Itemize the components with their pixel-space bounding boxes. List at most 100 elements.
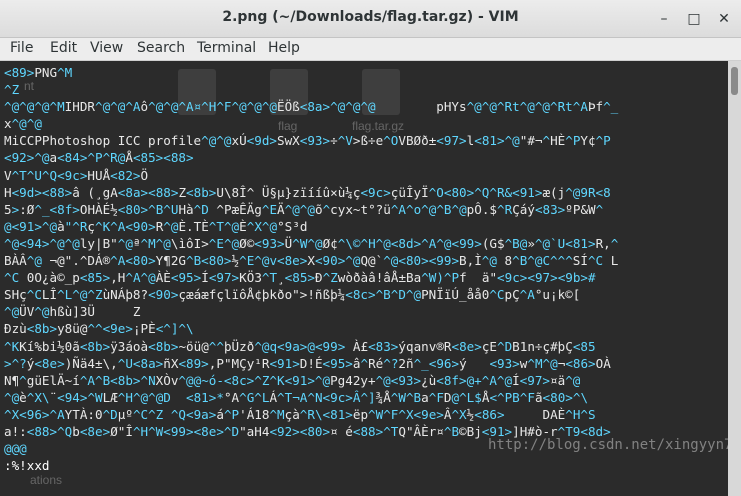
minimize-icon[interactable]: – — [654, 9, 674, 29]
control-char-text: ^? — [383, 355, 399, 371]
control-char-text: ^G^L — [239, 389, 270, 405]
buffer-text: â (¸g — [72, 184, 111, 200]
control-char-text: ^A — [519, 287, 535, 303]
vim-line: MiCCPPhotoshop ICC profile^@^@xÚ<9d>SwX<… — [4, 132, 618, 149]
buffer-text: 2ñ — [398, 355, 414, 371]
control-char-text: ^M — [269, 406, 285, 422]
buffer-text: Í — [512, 372, 520, 388]
control-char-text: <8a>^@^@^@ — [299, 99, 376, 115]
control-char-text: ^A<80> — [110, 253, 156, 269]
buffer-text: HUÅ — [87, 167, 111, 183]
control-char-text: ^W)^P — [421, 270, 460, 286]
terminal-area[interactable]: flag flag.tar.gz nt ations <89>PNG^M ^Z ^@… — [0, 61, 728, 496]
window-title: 2.png (~/Downloads/flag.tar.gz) - VIM — [222, 9, 519, 25]
buffer-text: PNG — [34, 65, 58, 80]
control-char-text: ^Z — [4, 82, 20, 98]
buffer-text: LÎ — [41, 287, 58, 303]
vim-line: @<91>^@à"^Rç^K^A<90>R^@È.TÈ^T^@È^X^@°S³d — [4, 218, 618, 235]
buffer-text: °S³d — [277, 218, 308, 234]
scrollbar[interactable] — [728, 61, 741, 496]
vim-buffer[interactable]: <89>PNG^M ^Z ^@^@^@^MIHDR^@^@^Aô^@^@^A¤^H^… — [4, 64, 618, 474]
control-char-text: ^@^@ — [201, 133, 232, 149]
buffer-text: þÜzð — [223, 338, 255, 354]
buffer-text: V — [4, 167, 12, 183]
control-char-text: ^R — [497, 201, 513, 217]
buffer-text: ¿ù — [421, 372, 437, 388]
control-char-text: ^\©^H^@<8d>^A^@<99> — [337, 235, 482, 251]
control-char-text: <97> — [208, 270, 240, 286]
control-char-text: ^@ — [481, 253, 497, 269]
maximize-icon[interactable]: □ — [684, 9, 704, 29]
buffer-text: æ(j — [542, 184, 566, 200]
buffer-text: µº — [117, 406, 133, 422]
control-char-text: ^@<93> — [375, 372, 422, 388]
buffer-text: 5 — [4, 201, 12, 217]
control-char-text: <8e> — [451, 338, 482, 354]
control-char-text: <97> — [436, 133, 467, 149]
buffer-text: IHDR — [64, 99, 96, 115]
buffer-text: Çáý — [512, 201, 535, 217]
buffer-text: x — [4, 116, 12, 132]
vim-line: BÀÂ^@ ¬@".^DÁ®^A<80>Y¶2G^B<80>½^E^@v<8e>… — [4, 252, 618, 269]
control-char-text: @^L$ — [451, 389, 482, 405]
ghost-text-bottom: ations — [30, 473, 63, 487]
buffer-text: >ß÷e — [352, 133, 384, 149]
control-char-text: <8a><88> — [117, 184, 179, 200]
buffer-text: B,Ì — [459, 253, 482, 269]
control-char-text: ^_ — [603, 99, 619, 115]
buffer-text: hßù]3Ü Z — [49, 304, 141, 320]
title-bar[interactable]: 2.png (~/Downloads/flag.tar.gz) - VIM – … — [0, 0, 741, 38]
close-icon[interactable]: ✕ — [714, 9, 734, 29]
control-char-text: ^^ — [208, 338, 224, 354]
buffer-text: ½ — [231, 253, 240, 269]
control-char-text: <89> — [178, 355, 209, 371]
control-char-text: "^R — [64, 218, 88, 234]
buffer-text: » — [527, 235, 535, 251]
control-char-text: ^@ — [565, 372, 581, 388]
control-char-text: <95> — [322, 355, 353, 371]
control-char-text: <86> — [474, 406, 543, 422]
control-char-text: ^@q<9a>@<99> — [254, 338, 346, 354]
control-char-text: ^K — [4, 338, 20, 354]
scrollbar-thumb[interactable] — [731, 67, 738, 95]
menu-search[interactable]: Search — [137, 40, 185, 56]
control-char-text: <^]^\ — [155, 321, 194, 337]
buffer-text: ly|B" — [79, 235, 118, 251]
control-char-text: ^@ — [26, 253, 42, 269]
buffer-text: Ø"Î — [110, 423, 133, 439]
buffer-text: Z — [178, 184, 187, 200]
control-char-text: ^B — [443, 423, 460, 439]
vim-line: :%!xxd — [4, 457, 618, 474]
menu-help[interactable]: Help — [268, 40, 300, 56]
control-char-text: ^ — [19, 372, 27, 388]
buffer-text: Q@` — [360, 253, 384, 269]
buffer-text: ©Bj — [459, 423, 482, 439]
control-char-text: ^V — [337, 133, 353, 149]
control-char-text: ^B@ — [504, 235, 528, 251]
buffer-text: á — [216, 406, 224, 422]
control-char-text: <81>^@ — [474, 133, 520, 149]
menu-terminal[interactable]: Terminal — [197, 40, 256, 56]
buffer-text: Y¢ — [580, 133, 596, 149]
buffer-text: (G$ — [481, 235, 505, 251]
menu-file[interactable]: File — [10, 40, 33, 56]
buffer-text: ËÖß — [277, 99, 300, 115]
control-char-text: ^@ — [34, 304, 50, 320]
control-char-text: ^W^@ — [292, 235, 323, 251]
control-char-text: <83> — [534, 201, 566, 217]
buffer-text: ¤ é — [330, 423, 353, 439]
control-char-text: ^A^@ — [125, 270, 156, 286]
buffer-text: õ — [314, 201, 323, 217]
buffer-text: MiCCPPhotoshop ICC profile — [4, 133, 202, 149]
control-char-text: ^C^Z ^Q<9a> — [132, 406, 217, 422]
control-char-text: <85 — [572, 338, 596, 354]
control-char-text: ^H^W<99><8e>^D — [132, 423, 240, 439]
menu-edit[interactable]: Edit — [50, 40, 77, 56]
buffer-text: ¤ä — [550, 372, 566, 388]
buffer-text: X — [307, 253, 315, 269]
buffer-text: :Ø — [19, 201, 35, 217]
vim-line: >^? ý <8e>)Ñä4±\,^U<8a>ñX<89>,P"MÇy¹R<91>D… — [4, 355, 618, 372]
buffer-text: Ä — [277, 201, 285, 217]
menu-view[interactable]: View — [90, 40, 123, 56]
control-char-text: ^L^@^Z — [57, 287, 103, 303]
